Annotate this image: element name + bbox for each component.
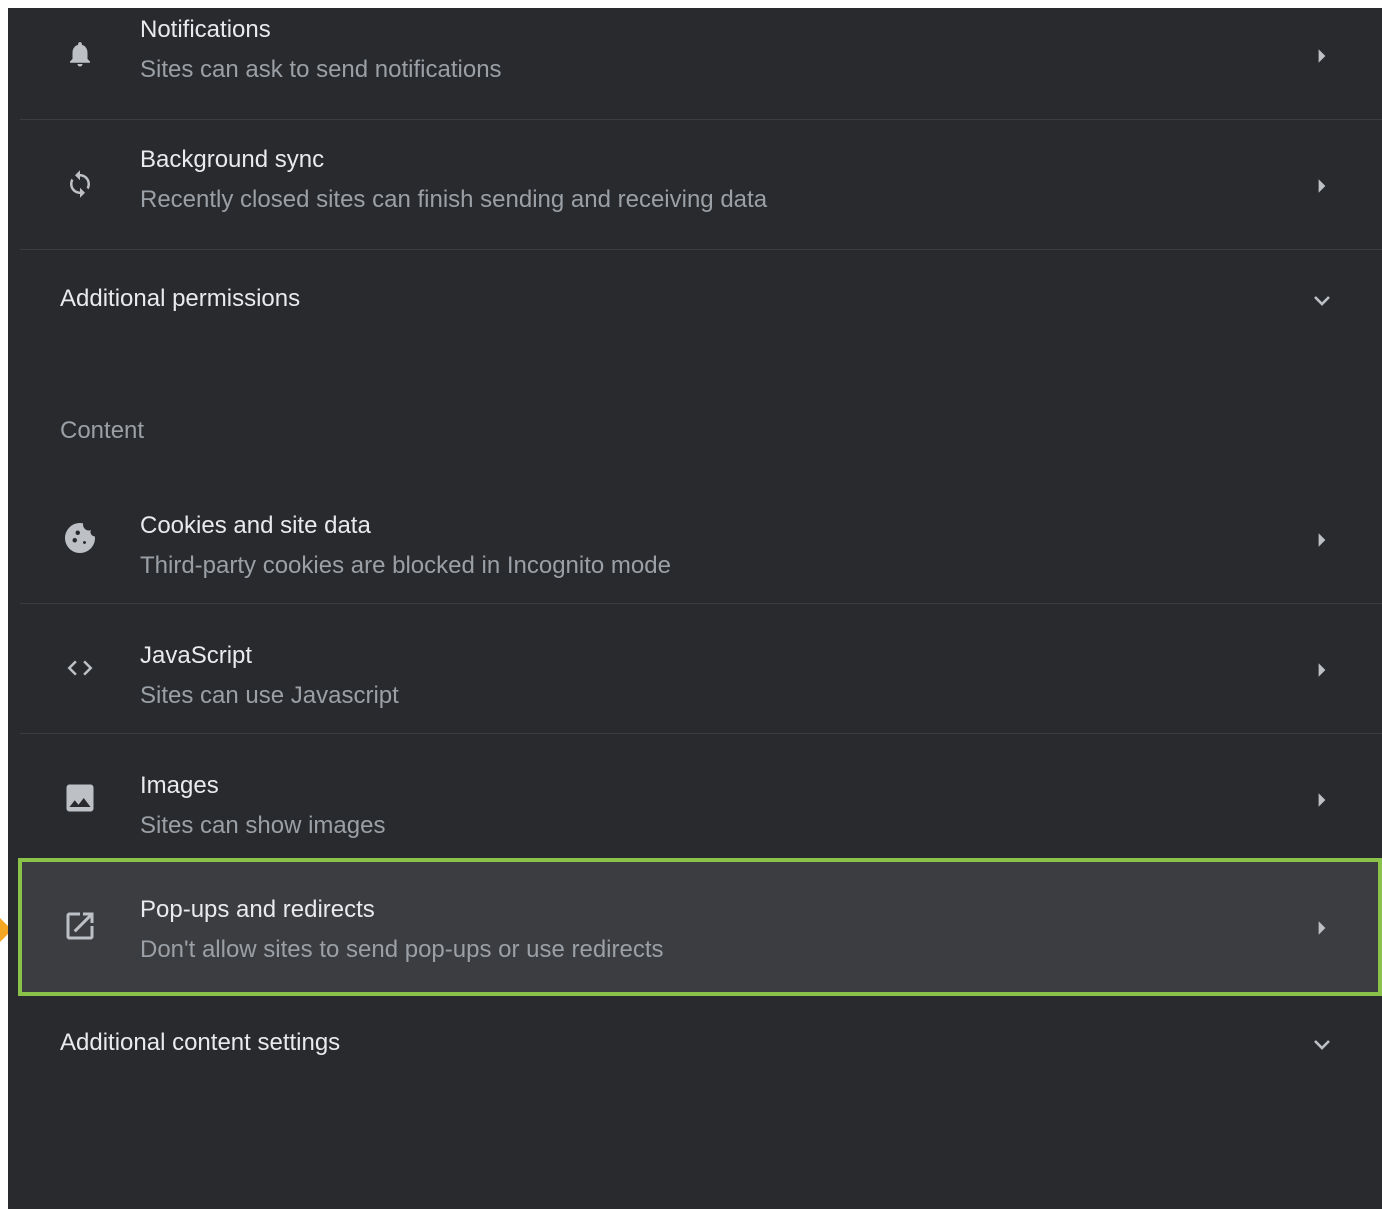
chevron-down-icon <box>1310 1032 1334 1056</box>
chevron-down-icon <box>1310 288 1334 312</box>
content-heading: Content <box>60 417 145 444</box>
images-row[interactable]: Images Sites can show images <box>20 734 1382 864</box>
images-title: Images <box>140 772 219 799</box>
notifications-subtitle: Sites can ask to send notifications <box>140 56 502 83</box>
additional-permissions-label: Additional permissions <box>60 285 301 312</box>
arrow-right-icon <box>1310 916 1334 940</box>
popups-redirects-title: Pop-ups and redirects <box>140 896 375 923</box>
cookies-title: Cookies and site data <box>140 512 371 539</box>
notifications-title: Notifications <box>140 16 271 43</box>
cookies-row[interactable]: Cookies and site data Third-party cookie… <box>20 474 1382 604</box>
arrow-right-icon <box>1310 174 1334 198</box>
background-sync-title: Background sync <box>140 146 325 173</box>
open-in-new-icon <box>60 906 100 946</box>
notifications-row[interactable]: Notifications Sites can ask to send noti… <box>20 8 1382 120</box>
cookie-icon <box>60 518 100 558</box>
background-sync-subtitle: Recently closed sites can finish sending… <box>140 186 768 213</box>
site-settings-panel: Notifications Sites can ask to send noti… <box>8 8 1382 1209</box>
arrow-right-icon <box>1310 528 1334 552</box>
sync-icon <box>60 164 100 204</box>
javascript-title: JavaScript <box>140 642 253 669</box>
javascript-subtitle: Sites can use Javascript <box>140 682 399 709</box>
image-icon <box>60 778 100 818</box>
popups-redirects-subtitle: Don't allow sites to send pop-ups or use… <box>140 936 664 963</box>
arrow-right-icon <box>1310 788 1334 812</box>
additional-content-settings-label: Additional content settings <box>60 1029 341 1056</box>
code-icon <box>60 648 100 688</box>
background-sync-row[interactable]: Background sync Recently closed sites ca… <box>20 120 1382 250</box>
cookies-subtitle: Third-party cookies are blocked in Incog… <box>140 552 671 579</box>
additional-permissions-row[interactable]: Additional permissions <box>20 270 1382 330</box>
javascript-row[interactable]: JavaScript Sites can use Javascript <box>20 604 1382 734</box>
arrow-right-icon <box>1310 44 1334 68</box>
bell-icon <box>60 34 100 74</box>
additional-content-settings-row[interactable]: Additional content settings <box>20 1014 1382 1074</box>
images-subtitle: Sites can show images <box>140 812 386 839</box>
popups-redirects-row[interactable]: Pop-ups and redirects Don't allow sites … <box>18 858 1382 996</box>
arrow-right-icon <box>1310 658 1334 682</box>
